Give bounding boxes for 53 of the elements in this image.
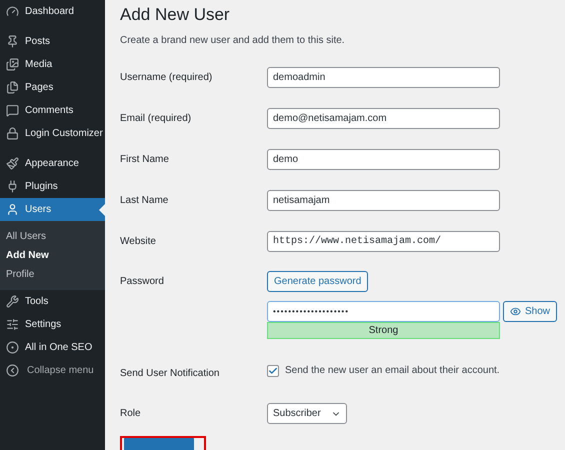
check-icon (268, 366, 278, 376)
show-password-button[interactable]: Show (503, 301, 558, 322)
text-field[interactable]: demo (267, 149, 500, 170)
settings-icon (6, 318, 19, 331)
menu-item[interactable]: Media (0, 53, 105, 76)
role-select[interactable]: Subscriber (267, 403, 347, 424)
menu-item[interactable]: Dashboard (0, 0, 105, 23)
url-field[interactable]: https://www.netisamajam.com/ (267, 231, 500, 252)
submenu-item[interactable]: Add New (0, 246, 105, 265)
wrench-icon (6, 295, 19, 308)
page-title: Add New User (120, 4, 231, 26)
menu-item[interactable]: Tools (0, 290, 105, 313)
field-label: Send User Notification (120, 368, 220, 379)
text-field[interactable]: demo@netisamajam.com (267, 108, 500, 129)
menu-item[interactable]: Users (0, 198, 105, 221)
menu-item[interactable]: Comments (0, 99, 105, 122)
menu-item[interactable]: Appearance (0, 152, 105, 175)
checkbox-label: Send the new user an email about their account. (285, 364, 500, 378)
strength-meter: Strong (267, 322, 500, 339)
field-label: Username (required) (120, 72, 212, 83)
field-label: Password (120, 276, 164, 287)
checkbox[interactable] (267, 364, 279, 376)
menu-item[interactable]: Login Customizer (0, 122, 105, 145)
page-description: Create a brand new user and add them to this site. (120, 34, 346, 48)
lock-icon (6, 127, 19, 140)
field-label: Email (required) (120, 113, 192, 124)
submenu-item[interactable]: Profile (0, 265, 105, 284)
plug-icon (6, 180, 19, 193)
pin-icon (6, 35, 19, 48)
field-label: Role (120, 408, 141, 419)
field-label: First Name (120, 154, 169, 165)
comment-icon (6, 104, 19, 117)
collapse-icon (6, 364, 19, 376)
menu-item[interactable]: Pages (0, 76, 105, 99)
submenu-item[interactable]: All Users (0, 227, 105, 246)
menu-item[interactable]: Plugins (0, 175, 105, 198)
field-label: Last Name (120, 195, 168, 206)
user-icon (6, 203, 19, 216)
menu-item[interactable]: Posts (0, 30, 105, 53)
generate-password-button[interactable]: Generate password (267, 271, 368, 292)
images-icon (6, 58, 19, 71)
circle-icon (6, 341, 19, 354)
paintbrush-icon (6, 157, 19, 170)
dashboard-icon (6, 5, 19, 18)
menu-item[interactable]: Settings (0, 313, 105, 336)
collapse-menu-button[interactable]: Collapse menu (0, 359, 105, 381)
eye-icon (510, 306, 521, 317)
text-field[interactable]: netisamajam (267, 190, 500, 211)
pages-icon (6, 81, 19, 94)
password-field[interactable]: •••••••••••••••••••• (267, 301, 500, 322)
menu-item[interactable]: All in One SEO (0, 336, 105, 359)
field-label: Website (120, 236, 156, 247)
text-field[interactable]: demoadmin (267, 67, 500, 88)
